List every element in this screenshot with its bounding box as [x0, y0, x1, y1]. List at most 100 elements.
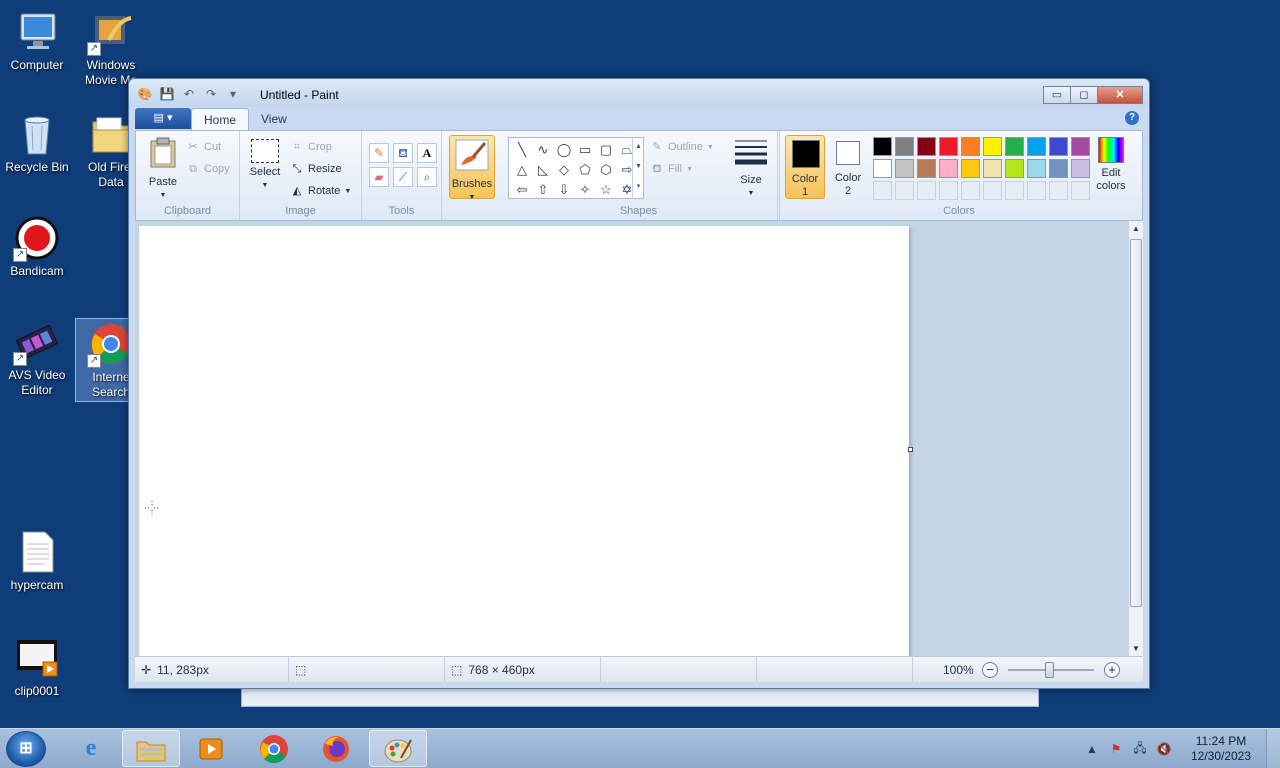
- palette-swatch[interactable]: [939, 137, 958, 156]
- fill-bucket-icon[interactable]: ⛾: [393, 143, 413, 163]
- zoom-out-button[interactable]: −: [982, 662, 998, 678]
- palette-swatch[interactable]: [1071, 137, 1090, 156]
- redo-icon[interactable]: ↷: [203, 86, 219, 102]
- custom-color-slot[interactable]: [983, 181, 1002, 200]
- palette-swatch[interactable]: [939, 159, 958, 178]
- palette-swatch[interactable]: [895, 137, 914, 156]
- save-icon[interactable]: 💾: [159, 86, 175, 102]
- rotate-button[interactable]: ◭ Rotate ▼: [290, 182, 352, 200]
- palette-swatch[interactable]: [1027, 159, 1046, 178]
- custom-color-slot[interactable]: [917, 181, 936, 200]
- network-icon[interactable]: 🖧: [1128, 739, 1152, 760]
- volume-muted-icon[interactable]: 🔇: [1152, 742, 1176, 756]
- background-window[interactable]: [241, 686, 1039, 707]
- taskbar-file-explorer[interactable]: [122, 730, 180, 767]
- desktop-icon-bandicam[interactable]: ↗ Bandicam: [1, 216, 73, 279]
- color2-button[interactable]: Color 2: [828, 135, 868, 199]
- taskbar-media-player[interactable]: [182, 730, 240, 767]
- palette-swatch[interactable]: [1071, 159, 1090, 178]
- vertical-scrollbar[interactable]: ▲ ▼: [1128, 221, 1143, 656]
- cut-button[interactable]: ✂ Cut: [186, 138, 221, 156]
- action-center-flag-icon[interactable]: ⚑: [1104, 742, 1128, 756]
- drawing-canvas[interactable]: [139, 226, 909, 656]
- desktop-icon-avs-video-editor[interactable]: ↗ AVS Video Editor: [1, 320, 73, 398]
- desktop-icon-hypercam[interactable]: hypercam: [1, 530, 73, 593]
- palette-swatch[interactable]: [895, 159, 914, 178]
- scroll-down-icon[interactable]: ▼: [1129, 644, 1143, 653]
- customize-qat-icon[interactable]: ▾: [225, 86, 241, 102]
- maximize-button[interactable]: ◻: [1070, 86, 1098, 104]
- right-triangle-shape-icon[interactable]: ◺: [533, 160, 553, 179]
- palette-swatch[interactable]: [983, 159, 1002, 178]
- close-button[interactable]: ✕: [1097, 86, 1143, 104]
- desktop-icon-windows-movie-maker[interactable]: ↗ Windows Movie Ma: [75, 10, 147, 88]
- custom-color-slot[interactable]: [1027, 181, 1046, 200]
- line-shape-icon[interactable]: ╲: [512, 140, 532, 159]
- show-desktop-button[interactable]: [1266, 729, 1280, 768]
- desktop-icon-computer[interactable]: Computer: [1, 10, 73, 73]
- scrollbar-thumb[interactable]: [1130, 239, 1142, 607]
- zoom-in-button[interactable]: +: [1104, 662, 1120, 678]
- text-tool-icon[interactable]: A: [417, 143, 437, 163]
- custom-color-slot[interactable]: [961, 181, 980, 200]
- canvas-resize-handle[interactable]: [908, 447, 913, 452]
- fill-button[interactable]: ⛾ Fill ▼: [650, 160, 694, 178]
- palette-swatch[interactable]: [983, 137, 1002, 156]
- edit-colors-button[interactable]: Edit colors: [1091, 135, 1131, 199]
- palette-swatch[interactable]: [917, 159, 936, 178]
- pentagon-shape-icon[interactable]: ⬠: [575, 160, 595, 179]
- paste-button[interactable]: Paste ▼: [144, 137, 182, 202]
- zoom-slider-thumb[interactable]: [1045, 662, 1054, 678]
- shapes-gallery-scroll[interactable]: ▲ ▼ ▾: [632, 137, 644, 199]
- taskbar-firefox[interactable]: [307, 730, 365, 767]
- outline-button[interactable]: ✎ Outline ▼: [650, 138, 713, 156]
- custom-color-slot[interactable]: [939, 181, 958, 200]
- palette-swatch[interactable]: [1005, 159, 1024, 178]
- oval-shape-icon[interactable]: ◯: [554, 140, 574, 159]
- eraser-icon[interactable]: ▰: [369, 167, 389, 187]
- help-icon[interactable]: ?: [1125, 111, 1139, 125]
- custom-color-slot[interactable]: [895, 181, 914, 200]
- palette-swatch[interactable]: [873, 137, 892, 156]
- four-point-star-shape-icon[interactable]: ✧: [575, 180, 595, 199]
- color1-button[interactable]: Color 1: [785, 135, 825, 199]
- five-point-star-shape-icon[interactable]: ☆: [596, 180, 616, 199]
- undo-icon[interactable]: ↶: [181, 86, 197, 102]
- color-picker-icon[interactable]: ⟋: [393, 167, 413, 187]
- palette-swatch[interactable]: [1027, 137, 1046, 156]
- crop-button[interactable]: ⌗ Crop: [290, 138, 332, 156]
- taskbar-paint[interactable]: [369, 730, 427, 767]
- left-arrow-shape-icon[interactable]: ⇦: [512, 180, 532, 199]
- paint-menu-button[interactable]: ▤ ▾: [135, 108, 191, 129]
- desktop-icon-clip0001[interactable]: clip0001: [1, 636, 73, 699]
- show-hidden-icons-button[interactable]: ▲: [1080, 742, 1104, 756]
- scroll-up-icon[interactable]: ▲: [1129, 224, 1143, 233]
- desktop-icon-recycle-bin[interactable]: Recycle Bin: [1, 112, 73, 175]
- triangle-shape-icon[interactable]: △: [512, 160, 532, 179]
- minimize-button[interactable]: ▭: [1043, 86, 1071, 104]
- taskbar-clock[interactable]: 11:24 PM 12/30/2023: [1176, 734, 1266, 764]
- palette-swatch[interactable]: [873, 159, 892, 178]
- taskbar-internet-explorer[interactable]: e: [62, 730, 120, 767]
- palette-swatch[interactable]: [1049, 159, 1068, 178]
- taskbar-chrome[interactable]: [245, 730, 303, 767]
- palette-swatch[interactable]: [961, 137, 980, 156]
- down-arrow-shape-icon[interactable]: ⇩: [554, 180, 574, 199]
- rectangle-shape-icon[interactable]: ▭: [575, 140, 595, 159]
- rounded-rectangle-shape-icon[interactable]: ▢: [596, 140, 616, 159]
- brushes-button[interactable]: Brushes ▼: [449, 135, 495, 201]
- magnifier-icon[interactable]: ⌕: [417, 167, 437, 187]
- start-button[interactable]: ⊞: [6, 731, 46, 767]
- palette-swatch[interactable]: [961, 159, 980, 178]
- up-arrow-shape-icon[interactable]: ⇧: [533, 180, 553, 199]
- tab-home[interactable]: Home: [191, 108, 250, 130]
- palette-swatch[interactable]: [1005, 137, 1024, 156]
- copy-button[interactable]: ⧉ Copy: [186, 160, 230, 178]
- tab-view[interactable]: View: [249, 108, 299, 130]
- palette-swatch[interactable]: [917, 137, 936, 156]
- palette-swatch[interactable]: [1049, 137, 1068, 156]
- diamond-shape-icon[interactable]: ◇: [554, 160, 574, 179]
- custom-color-slot[interactable]: [1005, 181, 1024, 200]
- hexagon-shape-icon[interactable]: ⬡: [596, 160, 616, 179]
- title-bar[interactable]: 🎨 💾 ↶ ↷ ▾ Untitled - Paint ▭ ◻ ✕: [129, 79, 1149, 107]
